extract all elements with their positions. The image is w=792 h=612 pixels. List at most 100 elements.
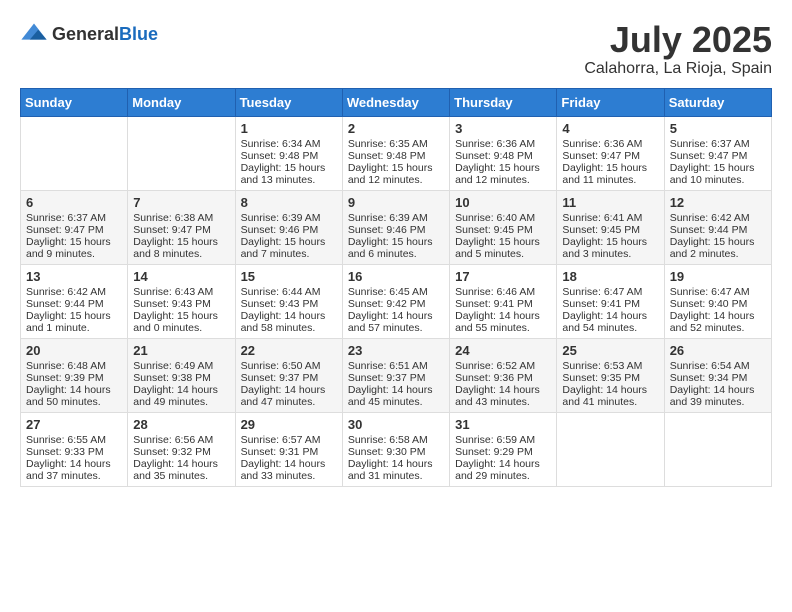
daylight-text: Daylight: 15 hours and 12 minutes. [348, 162, 444, 186]
sunset-text: Sunset: 9:40 PM [670, 298, 766, 310]
calendar-week-row: 20Sunrise: 6:48 AMSunset: 9:39 PMDayligh… [21, 338, 772, 412]
daylight-text: Daylight: 15 hours and 9 minutes. [26, 236, 122, 260]
sunrise-text: Sunrise: 6:35 AM [348, 138, 444, 150]
day-number: 3 [455, 121, 551, 136]
sunset-text: Sunset: 9:43 PM [133, 298, 229, 310]
sunrise-text: Sunrise: 6:57 AM [241, 434, 337, 446]
day-number: 21 [133, 343, 229, 358]
sunset-text: Sunset: 9:45 PM [562, 224, 658, 236]
sunset-text: Sunset: 9:45 PM [455, 224, 551, 236]
daylight-text: Daylight: 15 hours and 11 minutes. [562, 162, 658, 186]
calendar-week-row: 27Sunrise: 6:55 AMSunset: 9:33 PMDayligh… [21, 412, 772, 486]
daylight-text: Daylight: 14 hours and 54 minutes. [562, 310, 658, 334]
day-number: 26 [670, 343, 766, 358]
calendar-cell: 9Sunrise: 6:39 AMSunset: 9:46 PMDaylight… [342, 190, 449, 264]
calendar-cell: 1Sunrise: 6:34 AMSunset: 9:48 PMDaylight… [235, 116, 342, 190]
location-title: Calahorra, La Rioja, Spain [584, 60, 772, 78]
calendar-cell: 3 Sunrise: 6:36 AMSunset: 9:48 PMDaylight… [450, 116, 557, 190]
day-number: 16 [348, 269, 444, 284]
sunset-text: Sunset: 9:41 PM [562, 298, 658, 310]
sunset-text: Sunset: 9:48 PM [455, 150, 551, 162]
day-number: 31 [455, 417, 551, 432]
calendar-week-row: 13 Sunrise: 6:42 AMSunset: 9:44 PM Dayligh… [21, 264, 772, 338]
daylight-text: Daylight: 14 hours and 57 minutes. [348, 310, 444, 334]
calendar-cell: 16Sunrise: 6:45 AMSunset: 9:42 PMDayligh… [342, 264, 449, 338]
sunset-text: Sunset: 9:41 PM [455, 298, 551, 310]
sunrise-text: Sunrise: 6:42 AM [26, 286, 122, 298]
sunset-text: Sunset: 9:48 PM [348, 150, 444, 162]
calendar-cell: 19Sunrise: 6:47 AMSunset: 9:40 PMDayligh… [664, 264, 771, 338]
weekday-header-saturday: Saturday [664, 88, 771, 116]
sunset-text: Sunset: 9:47 PM [26, 224, 122, 236]
daylight-text: Daylight: 14 hours and 55 minutes. [455, 310, 551, 334]
calendar-week-row: 1Sunrise: 6:34 AMSunset: 9:48 PMDaylight… [21, 116, 772, 190]
daylight-text: Daylight: 15 hours and 12 minutes. [455, 162, 551, 186]
calendar-cell: 24Sunrise: 6:52 AMSunset: 9:36 PMDayligh… [450, 338, 557, 412]
calendar-cell: 6Sunrise: 6:37 AMSunset: 9:47 PMDaylight… [21, 190, 128, 264]
sunrise-text: Sunrise: 6:37 AM [670, 138, 766, 150]
calendar-week-row: 6Sunrise: 6:37 AMSunset: 9:47 PMDaylight… [21, 190, 772, 264]
sunrise-text: Sunrise: 6:47 AM [562, 286, 658, 298]
weekday-header-friday: Friday [557, 88, 664, 116]
daylight-text: Daylight: 15 hours and 2 minutes. [670, 236, 766, 260]
daylight-text: Daylight: 14 hours and 37 minutes. [26, 458, 122, 482]
sunrise-text: Sunrise: 6:36 AM [455, 138, 551, 150]
daylight-text: Daylight: 15 hours and 10 minutes. [670, 162, 766, 186]
sunrise-text: Sunrise: 6:47 AM [670, 286, 766, 298]
sunrise-text: Sunrise: 6:36 AM [562, 138, 658, 150]
sunset-text: Sunset: 9:30 PM [348, 446, 444, 458]
calendar-cell: 5Sunrise: 6:37 AMSunset: 9:47 PMDaylight… [664, 116, 771, 190]
weekday-header-wednesday: Wednesday [342, 88, 449, 116]
day-number: 13 [26, 269, 122, 284]
daylight-text: Daylight: 14 hours and 29 minutes. [455, 458, 551, 482]
day-number: 23 [348, 343, 444, 358]
day-number: 5 [670, 121, 766, 136]
calendar-cell: 25Sunrise: 6:53 AMSunset: 9:35 PMDayligh… [557, 338, 664, 412]
calendar-cell: 27Sunrise: 6:55 AMSunset: 9:33 PMDayligh… [21, 412, 128, 486]
sunrise-text: Sunrise: 6:45 AM [348, 286, 444, 298]
logo-icon [20, 20, 48, 48]
calendar-cell: 17Sunrise: 6:46 AMSunset: 9:41 PMDayligh… [450, 264, 557, 338]
calendar-cell [21, 116, 128, 190]
sunrise-text: Sunrise: 6:56 AM [133, 434, 229, 446]
day-number: 17 [455, 269, 551, 284]
daylight-text: Daylight: 15 hours and 6 minutes. [348, 236, 444, 260]
calendar-cell: 4Sunrise: 6:36 AMSunset: 9:47 PMDaylight… [557, 116, 664, 190]
daylight-text: Daylight: 15 hours and 8 minutes. [133, 236, 229, 260]
sunset-text: Sunset: 9:46 PM [348, 224, 444, 236]
daylight-text: Daylight: 14 hours and 58 minutes. [241, 310, 337, 334]
sunrise-text: Sunrise: 6:54 AM [670, 360, 766, 372]
sunset-text: Sunset: 9:35 PM [562, 372, 658, 384]
calendar-cell: 28Sunrise: 6:56 AMSunset: 9:32 PMDayligh… [128, 412, 235, 486]
sunrise-text: Sunrise: 6:53 AM [562, 360, 658, 372]
weekday-header-sunday: Sunday [21, 88, 128, 116]
calendar-cell [128, 116, 235, 190]
day-number: 28 [133, 417, 229, 432]
sunrise-text: Sunrise: 6:48 AM [26, 360, 122, 372]
sunset-text: Sunset: 9:34 PM [670, 372, 766, 384]
calendar-cell: 23Sunrise: 6:51 AMSunset: 9:37 PMDayligh… [342, 338, 449, 412]
daylight-text: Daylight: 15 hours and 5 minutes. [455, 236, 551, 260]
sunrise-text: Sunrise: 6:52 AM [455, 360, 551, 372]
sunset-text: Sunset: 9:29 PM [455, 446, 551, 458]
calendar-cell: 2Sunrise: 6:35 AMSunset: 9:48 PMDaylight… [342, 116, 449, 190]
day-number: 15 [241, 269, 337, 284]
day-number: 25 [562, 343, 658, 358]
daylight-text: Daylight: 15 hours and 13 minutes. [241, 162, 337, 186]
sunrise-text: Sunrise: 6:43 AM [133, 286, 229, 298]
daylight-text: Daylight: 14 hours and 52 minutes. [670, 310, 766, 334]
calendar-cell: 21Sunrise: 6:49 AMSunset: 9:38 PMDayligh… [128, 338, 235, 412]
calendar-cell: 20Sunrise: 6:48 AMSunset: 9:39 PMDayligh… [21, 338, 128, 412]
calendar-cell: 30Sunrise: 6:58 AMSunset: 9:30 PMDayligh… [342, 412, 449, 486]
calendar-cell [557, 412, 664, 486]
sunset-text: Sunset: 9:44 PM [670, 224, 766, 236]
calendar-cell: 26Sunrise: 6:54 AMSunset: 9:34 PMDayligh… [664, 338, 771, 412]
sunset-text: Sunset: 9:36 PM [455, 372, 551, 384]
weekday-header-tuesday: Tuesday [235, 88, 342, 116]
sunset-text: Sunset: 9:44 PM [26, 298, 122, 310]
daylight-text: Daylight: 14 hours and 45 minutes. [348, 384, 444, 408]
day-number: 11 [562, 195, 658, 210]
day-number: 27 [26, 417, 122, 432]
sunrise-text: Sunrise: 6:39 AM [241, 212, 337, 224]
sunset-text: Sunset: 9:43 PM [241, 298, 337, 310]
